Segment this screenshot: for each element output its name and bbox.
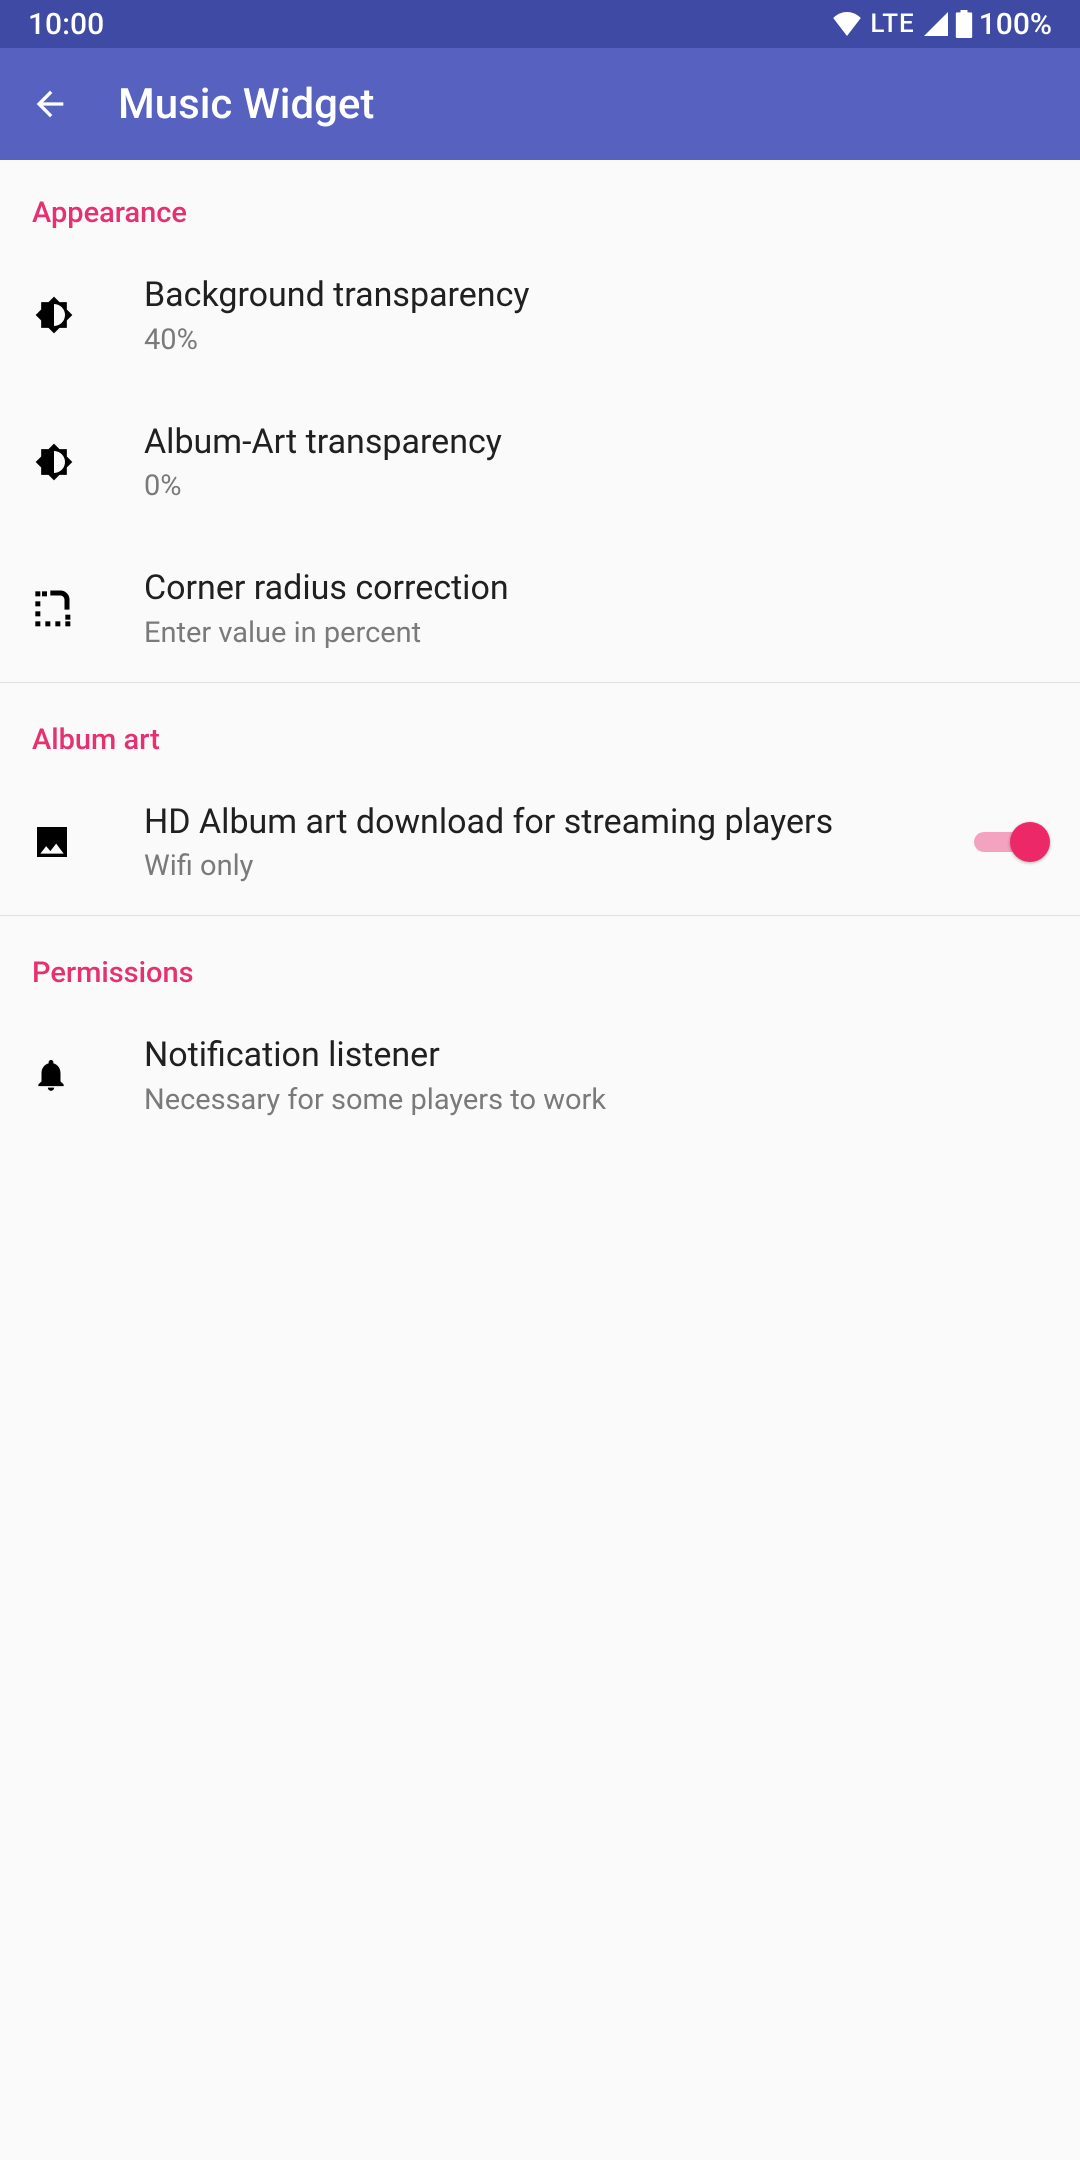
setting-hd-albumart-download[interactable]: HD Album art download for streaming play…: [0, 769, 1080, 916]
setting-subtitle: Enter value in percent: [144, 616, 1028, 650]
network-type: LTE: [870, 9, 914, 39]
toggle-hd-albumart[interactable]: [972, 820, 1044, 864]
battery-icon: [955, 10, 973, 38]
setting-subtitle: Necessary for some players to work: [144, 1083, 1028, 1117]
setting-title: Corner radius correction: [144, 567, 1028, 610]
setting-title: HD Album art download for streaming play…: [144, 801, 952, 844]
toggle-thumb: [1010, 822, 1050, 862]
section-header-appearance: Appearance: [0, 160, 1080, 242]
section-header-albumart: Album art: [0, 683, 1080, 769]
setting-albumart-transparency[interactable]: Album-Art transparency 0%: [0, 389, 1080, 536]
status-time: 10:00: [28, 7, 104, 42]
setting-subtitle: 0%: [144, 469, 1028, 503]
battery-percent: 100%: [979, 7, 1052, 42]
image-icon: [32, 822, 72, 862]
setting-subtitle: Wifi only: [144, 849, 952, 883]
page-title: Music Widget: [118, 80, 374, 129]
brightness-icon: [32, 440, 76, 484]
section-header-permissions: Permissions: [0, 916, 1080, 1002]
status-bar: 10:00 LTE 100%: [0, 0, 1080, 48]
status-right: LTE 100%: [832, 7, 1052, 42]
app-bar: Music Widget: [0, 48, 1080, 160]
signal-icon: [923, 12, 949, 36]
bell-icon: [32, 1054, 70, 1096]
setting-title: Notification listener: [144, 1034, 1028, 1077]
back-icon[interactable]: [30, 84, 70, 124]
setting-notification-listener[interactable]: Notification listener Necessary for some…: [0, 1002, 1080, 1149]
setting-title: Album-Art transparency: [144, 421, 1028, 464]
setting-subtitle: 40%: [144, 323, 1028, 357]
setting-title: Background transparency: [144, 274, 1028, 317]
setting-corner-radius[interactable]: Corner radius correction Enter value in …: [0, 535, 1080, 682]
brightness-icon: [32, 293, 76, 337]
setting-background-transparency[interactable]: Background transparency 40%: [0, 242, 1080, 389]
corner-radius-icon: [32, 588, 72, 628]
wifi-icon: [832, 12, 862, 36]
